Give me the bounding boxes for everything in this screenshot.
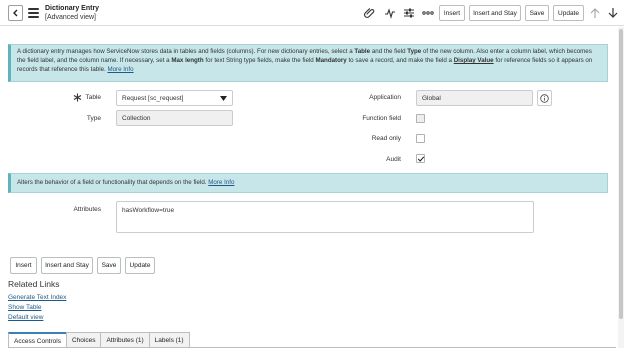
insert-and-stay-button[interactable]: Insert and Stay [41, 257, 93, 274]
more-info-link[interactable]: More Info [208, 179, 234, 186]
type-label: Type [86, 115, 101, 122]
dictionary-info-message: A dictionary entry manages how ServiceNo… [8, 44, 608, 82]
info-text: and the field [370, 48, 408, 55]
function-field-label: Function field [362, 115, 401, 122]
more-icon[interactable] [421, 6, 435, 20]
header-insert-button[interactable]: Insert [439, 5, 465, 21]
table-select-value: Request [sc_request] [122, 94, 184, 102]
more-info-link[interactable]: More Info [107, 66, 133, 73]
generate-text-index-link[interactable]: Generate Text Index [8, 294, 66, 301]
arrow-down-icon[interactable] [606, 6, 620, 20]
form-title: Dictionary Entry [Advanced view] [45, 4, 99, 22]
attributes-value: hasWorkflow=true [122, 207, 175, 214]
tab-attributes[interactable]: Attributes (1) [100, 332, 150, 348]
application-field: Global [416, 90, 533, 106]
related-lists-tabs: Access Controls Choices Attributes (1) L… [8, 332, 190, 348]
checkmark-icon [417, 156, 425, 162]
info-text: for text String type fields, make the fi… [203, 57, 316, 64]
tab-access-controls[interactable]: Access Controls [8, 332, 67, 348]
menu-icon[interactable] [28, 8, 39, 18]
tab-choices[interactable]: Choices [65, 332, 102, 348]
info-text: Alters the behavior of a field or functi… [17, 179, 209, 186]
save-button[interactable]: Save [97, 257, 121, 274]
info-text: to save a record, and make the field a [346, 57, 454, 64]
info-bold-mandatory: Mandatory [315, 57, 347, 64]
info-bold-type: Type [407, 48, 422, 55]
show-table-link[interactable]: Show Table [8, 304, 42, 311]
table-label: Table [85, 94, 101, 101]
application-label: Application [369, 94, 401, 101]
read-only-checkbox[interactable] [416, 134, 425, 143]
info-text: A dictionary entry manages how ServiceNo… [17, 48, 355, 55]
form-header: Dictionary Entry [Advanced view] Insert … [0, 0, 624, 26]
view-name: [Advanced view] [45, 14, 96, 21]
attributes-label: Attributes [73, 206, 101, 213]
audit-checkbox[interactable] [416, 154, 425, 163]
dropdown-arrow-icon [220, 96, 227, 101]
scrollbar-thumb[interactable] [619, 29, 623, 319]
info-bold-display-value: Display Value [453, 57, 494, 64]
attributes-textarea[interactable]: hasWorkflow=true [116, 201, 534, 233]
header-insert-and-stay-button[interactable]: Insert and Stay [469, 5, 521, 21]
vertical-scrollbar[interactable] [618, 27, 624, 348]
update-button[interactable]: Update [125, 257, 155, 274]
info-icon [540, 93, 549, 103]
table-select[interactable]: Request [sc_request] [116, 90, 233, 106]
activity-icon[interactable] [383, 6, 397, 20]
related-links-title: Related Links [8, 279, 60, 289]
back-button[interactable] [8, 5, 23, 21]
audit-label: Audit [386, 156, 401, 163]
read-only-label: Read only [371, 135, 401, 142]
tab-labels[interactable]: Labels (1) [148, 332, 190, 348]
info-button[interactable] [537, 90, 552, 106]
page-title: Dictionary Entry [45, 5, 100, 12]
header-update-button[interactable]: Update [553, 5, 584, 21]
arrow-up-icon[interactable] [588, 6, 602, 20]
info-bold-max-length: Max length [171, 57, 204, 64]
attributes-info-message: Alters the behavior of a field or functi… [8, 173, 608, 193]
type-field: Collection [116, 110, 233, 126]
settings-sliders-icon[interactable] [402, 6, 416, 20]
attachment-icon[interactable] [363, 6, 377, 20]
info-bold-table: Table [354, 48, 371, 55]
function-field-checkbox[interactable] [416, 114, 425, 123]
default-view-link[interactable]: Default view [8, 314, 43, 321]
back-icon [13, 9, 18, 17]
header-save-button[interactable]: Save [525, 5, 549, 21]
insert-button[interactable]: Insert [10, 257, 37, 274]
